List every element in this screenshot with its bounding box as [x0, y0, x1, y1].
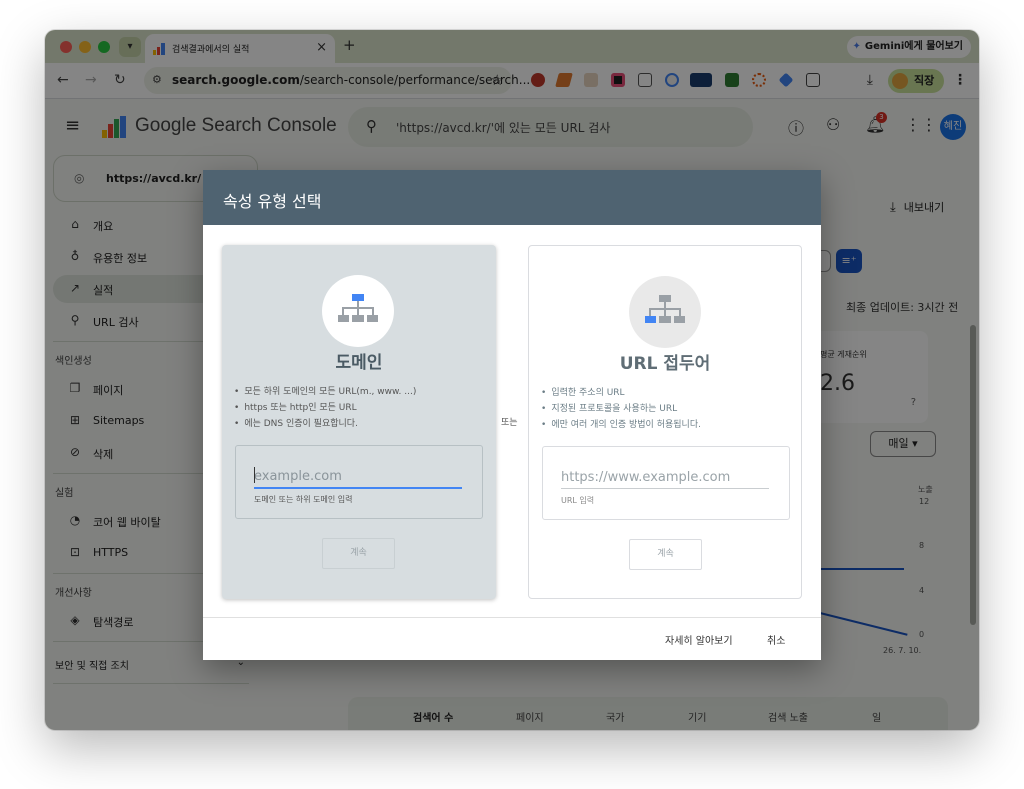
- url-prefix-continue-button[interactable]: 계속: [629, 539, 702, 570]
- cancel-button[interactable]: 취소: [767, 632, 785, 647]
- domain-input-help: 도메인 또는 하위 도메인 입력: [254, 495, 353, 504]
- learn-more-link[interactable]: 자세히 알아보기: [665, 632, 733, 647]
- url-prefix-bullet: 지정된 프로토콜을 사용하는 URL: [541, 401, 797, 417]
- dialog-header: 속성 유형 선택: [203, 170, 821, 225]
- url-prefix-bullets: 입력한 주소의 URL 지정된 프로토콜을 사용하는 URL 에만 여러 개의 …: [541, 385, 797, 433]
- url-prefix-input-underline: [561, 488, 769, 489]
- domain-bullets: 모든 하위 도메인의 모든 URL(m., www. ...) https 또는…: [234, 384, 490, 432]
- domain-bullet: 모든 하위 도메인의 모든 URL(m., www. ...): [234, 384, 490, 400]
- url-prefix-icon-circle: [629, 276, 701, 348]
- domain-option-card[interactable]: 도메인 모든 하위 도메인의 모든 URL(m., www. ...) http…: [222, 245, 496, 599]
- domain-input-underline: [254, 487, 462, 489]
- browser-window: ▾ 검색결과에서의 실적 × + ✦ Gemini에게 물어보기 ← → ↻ ⚙ …: [45, 30, 979, 730]
- domain-continue-button[interactable]: 계속: [322, 538, 395, 569]
- domain-hierarchy-icon: [338, 294, 378, 322]
- url-prefix-input-box: URL 입력: [542, 446, 790, 520]
- url-prefix-hierarchy-icon: [645, 295, 685, 323]
- domain-input[interactable]: [254, 464, 462, 488]
- url-prefix-bullet: 입력한 주소의 URL: [541, 385, 797, 401]
- domain-input-box: 도메인 또는 하위 도메인 입력: [235, 445, 483, 519]
- or-separator: 또는: [501, 418, 518, 428]
- url-prefix-input[interactable]: [561, 465, 769, 489]
- dialog-footer: 자세히 알아보기 취소: [203, 617, 821, 660]
- domain-bullet: 에는 DNS 인증이 필요합니다.: [234, 416, 490, 432]
- url-prefix-option-card[interactable]: URL 접두어 입력한 주소의 URL 지정된 프로토콜을 사용하는 URL 에…: [528, 245, 802, 599]
- url-prefix-input-help: URL 입력: [561, 496, 595, 505]
- url-prefix-card-title: URL 접두어: [619, 354, 711, 374]
- url-prefix-bullet: 에만 여러 개의 인증 방법이 허용됩니다.: [541, 417, 797, 433]
- property-type-dialog: 속성 유형 선택 도메인 모든 하위 도메인의 모든 URL(m: [203, 170, 821, 660]
- domain-card-title: 도메인: [335, 353, 383, 373]
- text-caret: [254, 467, 255, 483]
- dialog-title: 속성 유형 선택: [223, 192, 322, 211]
- domain-icon-circle: [322, 275, 394, 347]
- domain-bullet: https 또는 http인 모든 URL: [234, 400, 490, 416]
